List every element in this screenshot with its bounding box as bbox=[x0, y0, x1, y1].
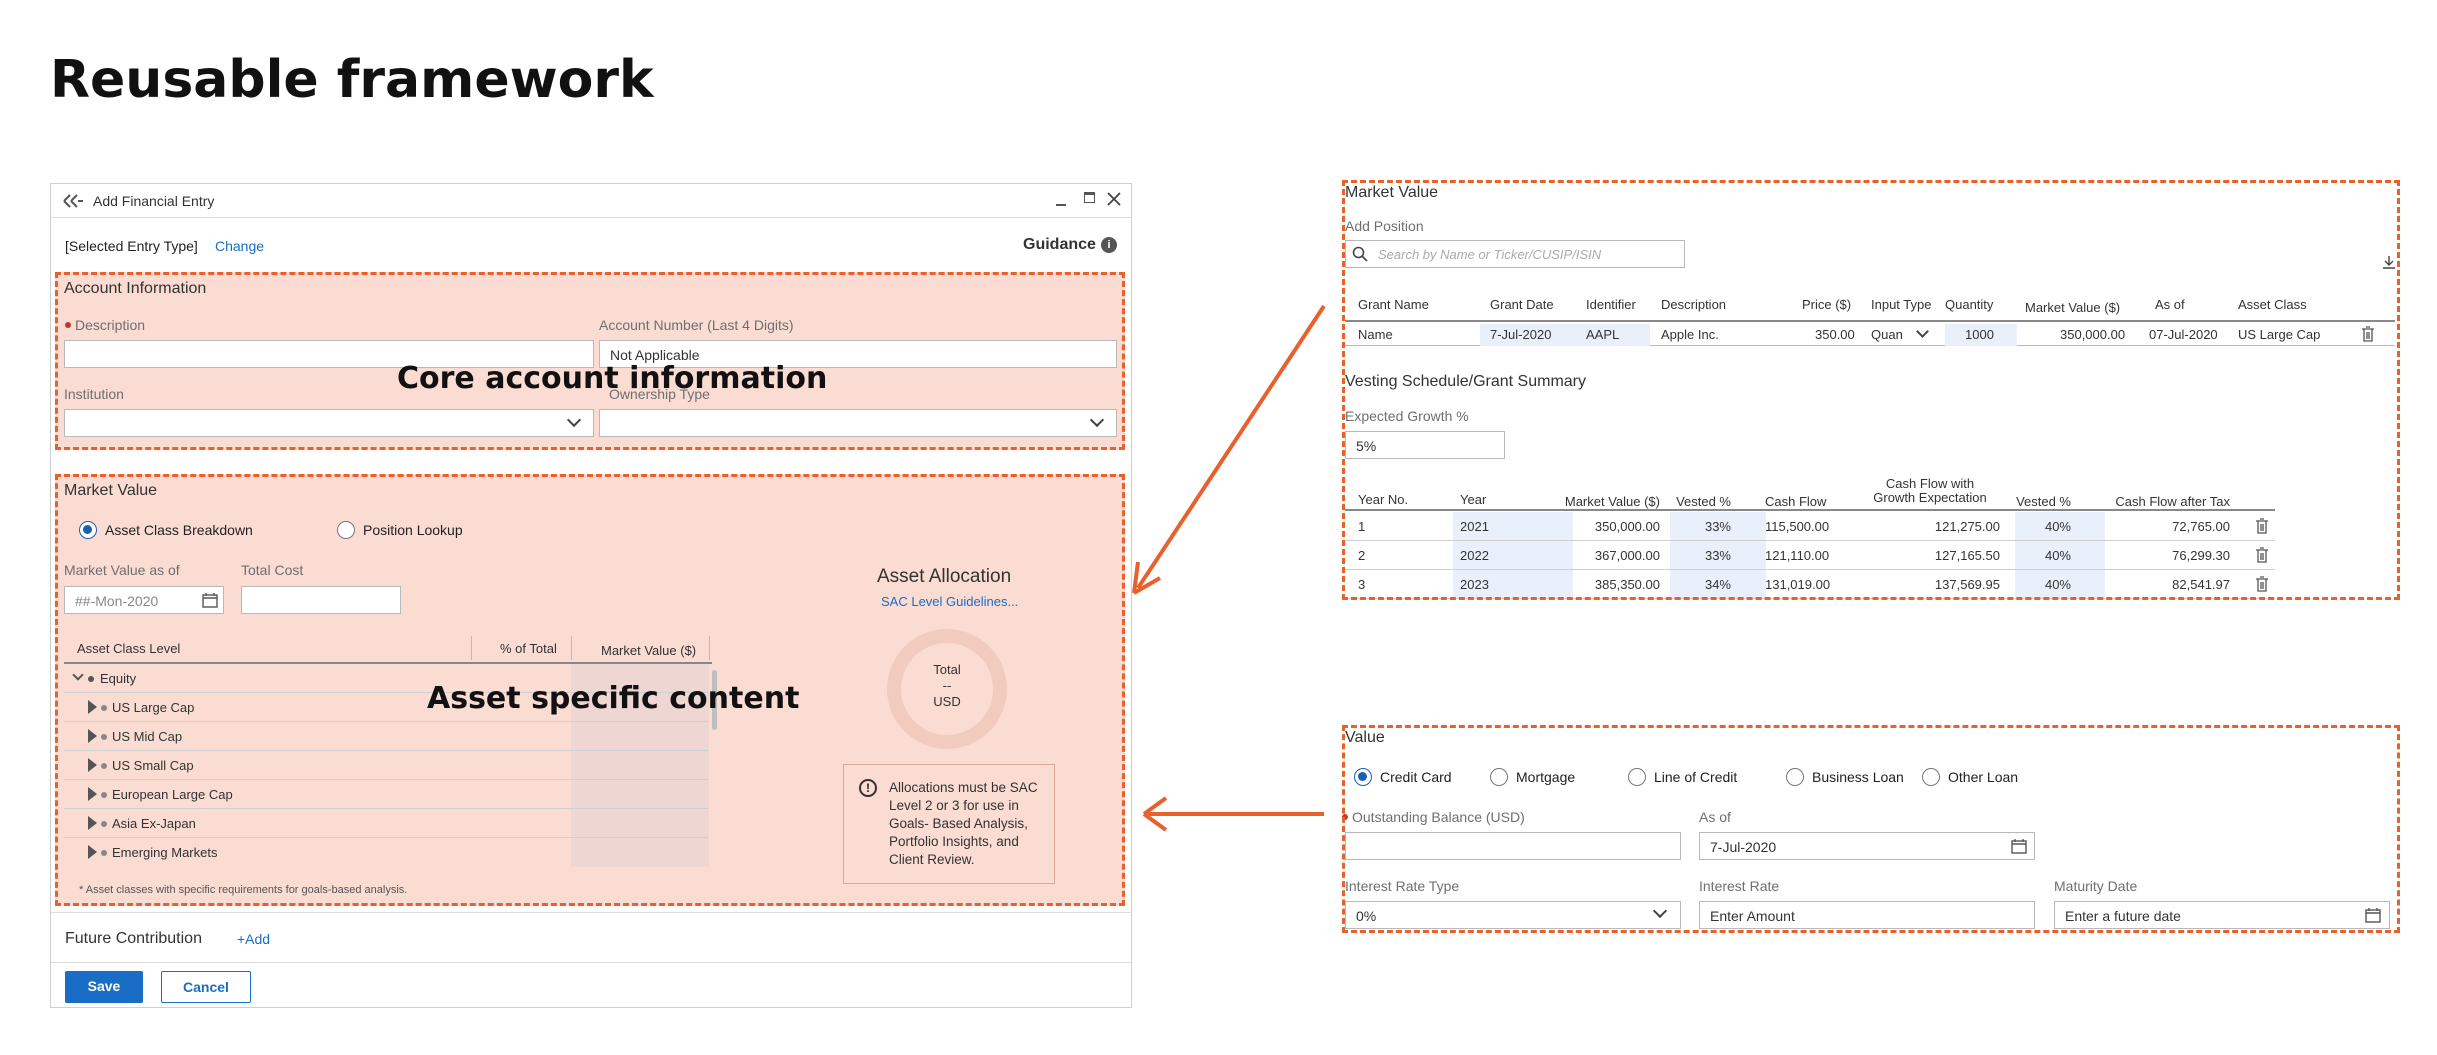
value-panel-dashed-outline bbox=[1342, 725, 2400, 933]
info-icon[interactable]: i bbox=[1101, 237, 1117, 253]
app-logo-icon bbox=[63, 194, 83, 208]
change-link[interactable]: Change bbox=[215, 238, 264, 254]
divider bbox=[51, 962, 1131, 963]
market-panel-dashed-outline bbox=[1342, 180, 2400, 600]
save-button[interactable]: Save bbox=[65, 971, 143, 1003]
dialog-header: Add Financial Entry bbox=[51, 184, 1131, 218]
entry-type-label: [Selected Entry Type] bbox=[65, 238, 198, 254]
add-contribution-link[interactable]: +Add bbox=[237, 931, 270, 947]
core-dashed-outline bbox=[55, 272, 1125, 450]
divider bbox=[51, 912, 1131, 913]
maximize-icon[interactable] bbox=[1084, 192, 1095, 203]
page-title: Reusable framework bbox=[50, 50, 654, 110]
arrows bbox=[1132, 304, 1326, 832]
minimize-icon[interactable] bbox=[1056, 204, 1066, 206]
guidance-label[interactable]: Guidance bbox=[1023, 236, 1096, 254]
add-financial-entry-dialog: Add Financial Entry [Selected Entry Type… bbox=[50, 183, 1132, 1008]
dialog-title: Add Financial Entry bbox=[93, 193, 215, 209]
asset-dashed-outline bbox=[55, 474, 1125, 906]
future-contribution-label: Future Contribution bbox=[65, 930, 202, 947]
arrow-line bbox=[1136, 304, 1326, 590]
cancel-button[interactable]: Cancel bbox=[161, 971, 251, 1003]
close-icon[interactable] bbox=[1106, 191, 1122, 207]
